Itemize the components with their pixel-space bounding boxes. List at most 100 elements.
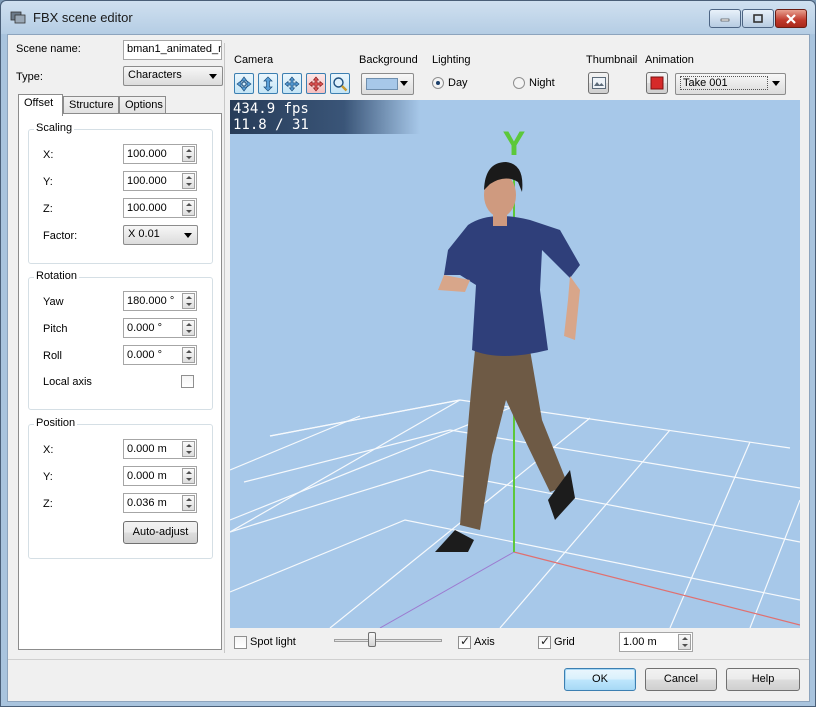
chevron-down-icon <box>209 74 217 79</box>
lighting-night-radio[interactable] <box>513 77 525 89</box>
help-button[interactable]: Help <box>726 668 800 691</box>
camera-orbit-button[interactable] <box>234 73 254 94</box>
pos-z-value: 0.036 m <box>127 497 167 509</box>
rotate-icon <box>308 75 324 92</box>
scale-y-spinner[interactable]: 100.000 <box>123 171 197 191</box>
auto-adjust-button[interactable]: Auto-adjust <box>123 521 198 544</box>
minimize-icon <box>720 18 730 21</box>
title-bar[interactable]: FBX scene editor <box>1 1 815 34</box>
grid-size-value: 1.00 m <box>623 636 657 648</box>
grid-size-spinner[interactable]: 1.00 m <box>619 632 693 652</box>
pos-y-spinner[interactable]: 0.000 m <box>123 466 197 486</box>
magnifier-icon <box>333 76 348 91</box>
lighting-day-radio[interactable] <box>432 77 444 89</box>
yaw-value: 180.000 ° <box>127 295 175 307</box>
close-button[interactable] <box>775 9 807 28</box>
spinner-arrows-icon[interactable] <box>182 347 195 363</box>
camera-dolly-button[interactable] <box>258 73 278 94</box>
camera-pan-button[interactable] <box>282 73 302 94</box>
spinner-arrows-icon[interactable] <box>182 468 195 484</box>
animation-take-value: Take 001 <box>680 76 768 90</box>
yaw-spinner[interactable]: 180.000 ° <box>123 291 197 311</box>
spinner-arrows-icon[interactable] <box>182 293 195 309</box>
animation-stop-button[interactable] <box>646 72 668 94</box>
spinner-arrows-icon[interactable] <box>182 146 195 162</box>
scaling-group: Scaling X: 100.000 Y: 100.000 Z: 100.000… <box>28 122 213 264</box>
scale-x-value: 100.000 <box>127 148 167 160</box>
camera-rotate-button[interactable] <box>306 73 326 94</box>
type-select[interactable]: Characters <box>123 66 223 86</box>
thumbnail-button[interactable] <box>588 72 609 94</box>
type-label: Type: <box>16 71 43 83</box>
spinner-arrows-icon[interactable] <box>678 634 691 650</box>
maximize-icon <box>753 13 763 23</box>
spinner-arrows-icon[interactable] <box>182 173 195 189</box>
axis-checkbox[interactable] <box>458 634 471 649</box>
footer-divider <box>8 659 809 660</box>
scale-z-spinner[interactable]: 100.000 <box>123 198 197 218</box>
pan-icon <box>284 75 300 92</box>
fps-overlay: 434.9 fps 11.8 / 31 <box>230 100 420 134</box>
tab-offset[interactable]: Offset <box>18 94 63 116</box>
scene-render: Y <box>230 125 800 628</box>
factor-label: Factor: <box>43 230 78 242</box>
ok-button[interactable]: OK <box>564 668 636 691</box>
scene-name-input[interactable]: bman1_animated_ru <box>123 40 222 60</box>
spinner-arrows-icon[interactable] <box>182 495 195 511</box>
lighting-night-label: Night <box>529 77 555 89</box>
local-axis-checkbox[interactable] <box>181 375 194 388</box>
camera-zoom-button[interactable] <box>330 73 350 94</box>
animation-take-select[interactable]: Take 001 <box>675 73 786 95</box>
close-icon <box>786 13 796 24</box>
window-title: FBX scene editor <box>33 10 133 25</box>
rotation-group: Rotation Yaw 180.000 ° Pitch 0.000 ° Rol… <box>28 270 213 410</box>
scaling-title: Scaling <box>34 122 75 134</box>
pos-z-spinner[interactable]: 0.036 m <box>123 493 197 513</box>
animation-label: Animation <box>645 54 694 66</box>
pitch-label: Pitch <box>43 323 68 335</box>
roll-spinner[interactable]: 0.000 ° <box>123 345 197 365</box>
local-axis-label: Local axis <box>43 376 92 388</box>
yaw-label: Yaw <box>43 296 64 308</box>
z-axis-line <box>379 551 515 628</box>
factor-select-value: X 0.01 <box>128 228 160 240</box>
spot-light-slider-thumb[interactable] <box>368 632 376 647</box>
orbit-icon <box>236 75 252 92</box>
maximize-button[interactable] <box>742 9 774 28</box>
app-icon <box>10 11 26 24</box>
roll-label: Roll <box>43 350 62 362</box>
spinner-arrows-icon[interactable] <box>182 320 195 336</box>
factor-select[interactable]: X 0.01 <box>123 225 198 245</box>
scale-z-value: 100.000 <box>127 202 167 214</box>
scene-name-label: Scene name: <box>16 43 81 55</box>
chevron-down-icon <box>400 81 408 86</box>
spot-light-checkbox[interactable] <box>234 636 247 649</box>
background-color-select[interactable] <box>361 73 414 95</box>
dialog-client-area: Scene name: bman1_animated_ru Type: Char… <box>7 34 810 702</box>
lighting-day-label: Day <box>448 77 468 89</box>
3d-viewport[interactable]: Y 434.9 fps 11.8 / 31 <box>230 100 800 628</box>
rotation-title: Rotation <box>34 270 79 282</box>
scale-y-value: 100.000 <box>127 175 167 187</box>
position-group: Position X: 0.000 m Y: 0.000 m Z: 0.036 … <box>28 417 213 559</box>
fps-readout: 434.9 fps <box>233 101 309 117</box>
fbx-editor-window: FBX scene editor Scene name: bman1_anima… <box>0 0 816 707</box>
scale-x-spinner[interactable]: 100.000 <box>123 144 197 164</box>
spot-light-slider-track[interactable] <box>334 639 442 642</box>
position-title: Position <box>34 417 78 429</box>
grid-checkbox[interactable] <box>538 634 551 649</box>
spinner-arrows-icon[interactable] <box>182 200 195 216</box>
lighting-label: Lighting <box>432 54 471 66</box>
pos-x-spinner[interactable]: 0.000 m <box>123 439 197 459</box>
pos-z-label: Z: <box>43 498 53 510</box>
pitch-spinner[interactable]: 0.000 ° <box>123 318 197 338</box>
cancel-button[interactable]: Cancel <box>645 668 717 691</box>
pos-y-label: Y: <box>43 471 53 483</box>
pos-x-value: 0.000 m <box>127 443 167 455</box>
minimize-button[interactable] <box>709 9 741 28</box>
stop-icon <box>650 76 664 90</box>
scale-z-label: Z: <box>43 203 53 215</box>
chevron-down-icon <box>772 81 780 86</box>
spinner-arrows-icon[interactable] <box>182 441 195 457</box>
scale-x-label: X: <box>43 149 54 161</box>
